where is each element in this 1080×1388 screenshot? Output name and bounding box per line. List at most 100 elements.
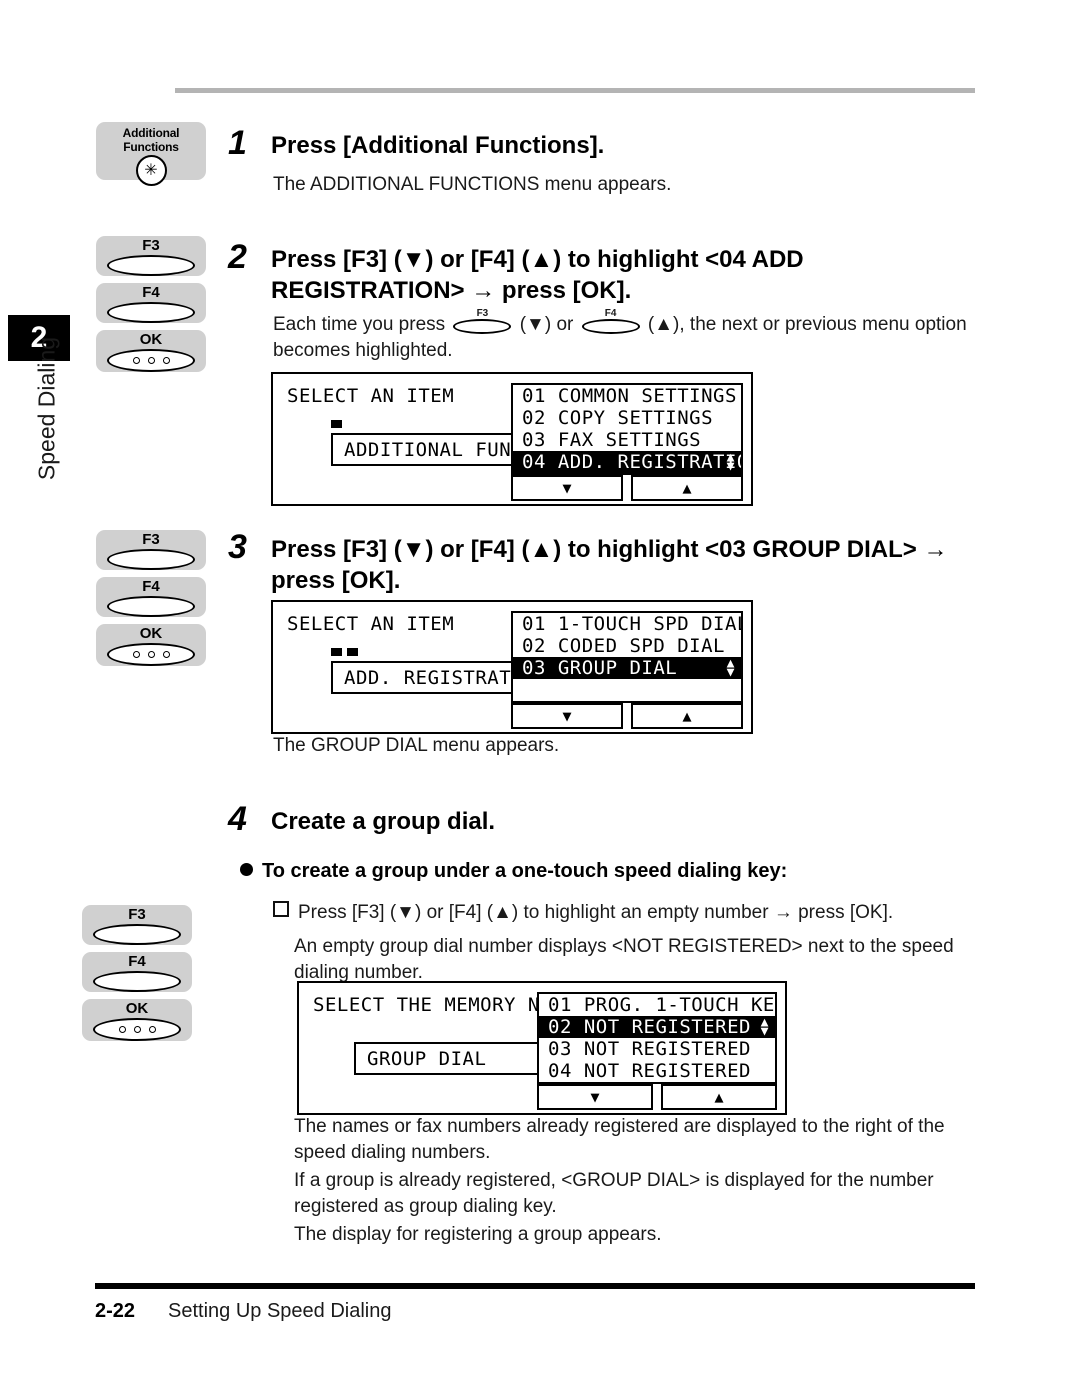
ok-key-label: OK [139,625,163,642]
step-3-heading: Press [F3] (▼) or [F4] (▲) to highlight … [271,534,961,596]
lcd-menu-list: 01 COMMON SETTINGS 02 COPY SETTINGS 03 F… [511,383,743,475]
key-lens-icon [107,255,195,276]
softkey-up[interactable]: ▲ [631,475,743,501]
lcd-menu-item-text: 01 PROG. 1-TOUCH KEY [548,994,777,1016]
lcd-context-label: ADD. REGISTRATION [331,661,546,694]
lcd-menu-item-text: 03 GROUP DIAL [522,657,678,679]
step-3-heading-line2: press [OK]. [271,567,401,594]
lcd-menu-item[interactable]: 02 CODED SPD DIAL [513,635,741,657]
step-4-heading: Create a group dial. [271,808,496,835]
step-2-number: 2 [228,238,247,276]
key-group-step4: F3 F4 OK [82,905,192,1048]
scroll-updown-icon: ▲ ▼ [726,656,735,680]
header-rule [175,88,975,93]
lcd-breadcrumb-squares [331,420,342,428]
chapter-label: Speed Dialing [33,336,60,481]
checkbox-icon [273,901,289,917]
softkey-down[interactable]: ▼ [511,475,623,501]
lcd-context-label: GROUP DIAL [354,1042,560,1075]
step-4-note-3: If a group is already registered, <GROUP… [294,1170,934,1217]
key-lens-icon [107,549,195,570]
inline-key-lens-icon [581,319,640,334]
softkey-down[interactable]: ▼ [537,1084,653,1110]
key-lens-icon [93,924,181,945]
step-4-note-2: The names or fax numbers already registe… [294,1116,945,1163]
step-3-number: 3 [228,528,247,566]
lcd-menu-item-text: 04 ADD. REGISTRATION [522,451,743,473]
lcd-context-label: ADDITIONAL FUNCTIONS [331,433,582,466]
lcd-menu-item[interactable] [513,679,741,701]
step-4-checkbox-item: Press [F3] (▼) or [F4] (▲) to highlight … [273,900,973,926]
lcd-menu-item[interactable]: 01 1-TOUCH SPD DIAL [513,613,741,635]
lcd-menu-item-text: 02 COPY SETTINGS [522,407,714,429]
ok-key-label: OK [125,1000,149,1017]
f4-key[interactable]: F4 [96,283,206,323]
step-4-note-1: An empty group dial number displays <NOT… [294,936,954,983]
lcd-panel-group-dial-memory: SELECT THE MEMORY NUMBER GROUP DIAL 01 P… [297,981,787,1115]
lcd-menu-item-text: 02 NOT REGISTERED [548,1016,751,1038]
lcd-menu-item-text: 01 1-TOUCH SPD DIAL [522,613,743,635]
step-3-heading-line1: Press [F3] (▼) or [F4] (▲) to highlight … [271,536,948,563]
inline-key-lens-icon [453,319,512,334]
f3-key-label: F3 [128,906,146,923]
f3-key-label: F3 [142,531,160,548]
key-lens-dots-icon [93,1018,181,1041]
lcd-menu-item-text: 04 NOT REGISTERED [548,1060,751,1082]
lcd-softkey-row: ▼ ▲ [511,703,743,729]
ok-key[interactable]: OK [96,330,206,372]
f4-key-label: F4 [142,578,160,595]
step-3-body: The GROUP DIAL menu appears. [273,735,560,756]
f4-key-label: F4 [128,953,146,970]
manual-page: 2 Speed Dialing Additional Functions 1 P… [0,0,1080,1388]
lcd-menu-item[interactable]: 01 COMMON SETTINGS [513,385,741,407]
inline-f4-key: F4 [581,309,640,334]
step-2-body-pre: Each time you press [273,314,446,335]
lcd-menu-item-text: 03 NOT REGISTERED [548,1038,751,1060]
softkey-down[interactable]: ▼ [511,703,623,729]
lcd-breadcrumb-squares [331,648,358,656]
f3-key[interactable]: F3 [96,530,206,570]
softkey-up[interactable]: ▲ [661,1084,777,1110]
lcd-softkey-row: ▼ ▲ [537,1084,777,1110]
lcd-menu-list: 01 1-TOUCH SPD DIAL 02 CODED SPD DIAL 03… [511,611,743,703]
inline-f3-key-label: F3 [476,308,489,319]
ok-key[interactable]: OK [96,624,206,666]
ok-key-label: OK [139,331,163,348]
step-2-heading-line2: REGISTRATION> → press [OK]. [271,277,632,304]
softkey-up[interactable]: ▲ [631,703,743,729]
step-2-heading-line1: Press [F3] (▼) or [F4] (▲) to highlight … [271,246,804,273]
inline-f3-key: F3 [453,309,512,334]
lcd-menu-item-text: 01 COMMON SETTINGS [522,385,737,407]
step-4-bullet-heading-text: To create a group under a one-touch spee… [262,860,788,882]
lcd-title: SELECT AN ITEM [287,613,455,635]
step-2-heading: Press [F3] (▼) or [F4] (▲) to highlight … [271,244,951,306]
lcd-menu-item[interactable]: 01 PROG. 1-TOUCH KEY [539,994,775,1016]
scroll-updown-icon: ▲ ▼ [760,1015,769,1039]
ok-key[interactable]: OK [82,999,192,1041]
f3-key-label: F3 [142,237,160,254]
key-lens-icon [93,971,181,992]
key-group-step1: Additional Functions [96,122,206,187]
lcd-menu-item[interactable]: 03 NOT REGISTERED [539,1038,775,1060]
key-lens-dots-icon [107,349,195,372]
lcd-menu-item-selected[interactable]: 04 ADD. REGISTRATION ▲ ▼ [513,451,741,473]
step-4-checkbox-item-text: Press [F3] (▼) or [F4] (▲) to highlight … [298,902,894,923]
lcd-menu-list: 01 PROG. 1-TOUCH KEY 02 NOT REGISTERED ▲ ▼… [537,992,777,1084]
lcd-menu-item[interactable]: 02 COPY SETTINGS [513,407,741,429]
bullet-icon [240,863,253,876]
footer-page-number: 2-22 [95,1300,136,1322]
lcd-menu-item-text: 03 FAX SETTINGS [522,429,702,451]
scroll-updown-icon: ▲ ▼ [726,450,735,474]
lcd-menu-item-selected[interactable]: 02 NOT REGISTERED ▲ ▼ [539,1016,775,1038]
f3-key[interactable]: F3 [82,905,192,945]
lcd-menu-item[interactable]: 04 NOT REGISTERED [539,1060,775,1082]
lcd-menu-item-selected[interactable]: 03 GROUP DIAL ▲ ▼ [513,657,741,679]
f4-key[interactable]: F4 [82,952,192,992]
footer-rule [95,1283,975,1289]
lcd-menu-item[interactable]: 03 FAX SETTINGS [513,429,741,451]
additional-functions-key[interactable]: Additional Functions [96,122,206,186]
f4-key[interactable]: F4 [96,577,206,617]
lcd-panel-additional-functions: SELECT AN ITEM ADDITIONAL FUNCTIONS 01 C… [271,372,753,506]
f3-key[interactable]: F3 [96,236,206,276]
key-group-step2: F3 F4 OK [96,236,206,379]
